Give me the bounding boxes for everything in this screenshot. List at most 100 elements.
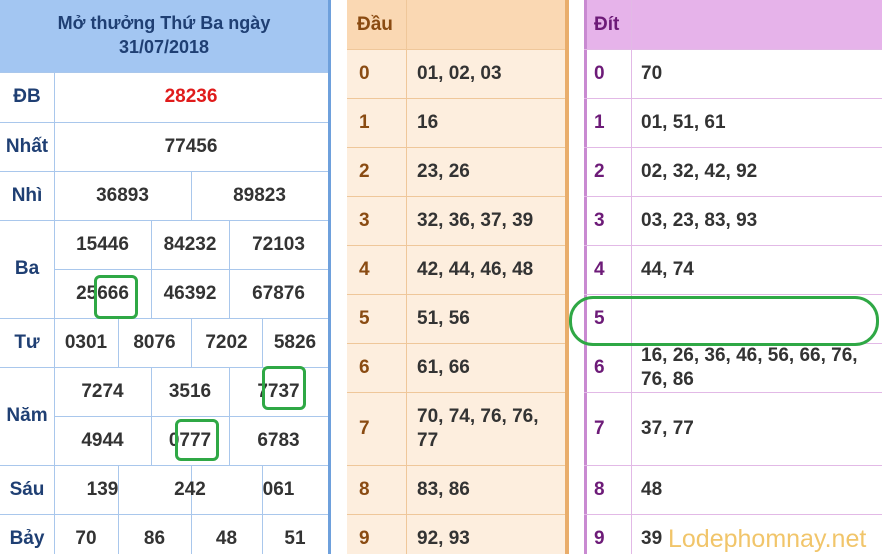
- dit-values: 44, 74: [641, 259, 694, 280]
- label-seventh: Bảy: [9, 527, 45, 549]
- highlight-oval: [569, 296, 879, 346]
- fifth-prize-value: 3516: [168, 380, 212, 402]
- third-prize-value: 72103: [252, 233, 305, 255]
- dit-key: 2: [594, 161, 605, 182]
- dit-header: Đít: [594, 13, 620, 35]
- dau-values: 42, 44, 46, 48: [417, 259, 534, 280]
- seventh-prize-value: 70: [75, 527, 97, 549]
- dit-row: 4 44, 74: [584, 245, 882, 294]
- dit-key: 3: [594, 210, 605, 231]
- special-prize-value: 28236: [164, 86, 218, 107]
- dau-key: 9: [359, 528, 370, 549]
- watermark: Lodephomnay.net: [668, 525, 867, 553]
- dau-key: 8: [359, 479, 370, 500]
- dau-key: 3: [359, 210, 370, 231]
- label-sixth: Sáu: [9, 478, 45, 500]
- dau-row: 3 32, 36, 37, 39: [347, 196, 565, 245]
- sixth-prize-value: 061: [262, 478, 295, 500]
- label-first: Nhất: [5, 135, 49, 157]
- label-third: Ba: [14, 258, 40, 279]
- dit-key: 4: [594, 259, 605, 280]
- dit-key: 7: [594, 418, 605, 439]
- second-prize-value: 36893: [96, 184, 149, 206]
- label-fifth: Năm: [6, 405, 48, 426]
- dit-row: 0 70: [584, 49, 882, 98]
- dau-table: Đầu 0 01, 02, 03 1 16 2 23, 26 3 32, 36, 37, 39…: [347, 0, 569, 554]
- dau-key: 7: [359, 418, 370, 439]
- dau-values: 92, 93: [417, 528, 470, 549]
- fourth-prize-value: 7202: [205, 331, 248, 353]
- fourth-prize-value: 0301: [64, 331, 108, 353]
- dit-row: 2 02, 32, 42, 92: [584, 147, 882, 196]
- dit-key: 8: [594, 479, 605, 500]
- dau-values: 51, 56: [417, 308, 470, 329]
- dit-key: 9: [594, 528, 605, 549]
- dau-row: 1 16: [347, 98, 565, 147]
- fifth-prize-value: 4944: [81, 429, 124, 451]
- dit-values: 39: [641, 528, 663, 549]
- dit-values: 02, 32, 42, 92: [641, 161, 758, 182]
- third-prize-value: 67876: [252, 282, 305, 304]
- sixth-prize-value: 139: [86, 478, 119, 500]
- dau-row: 5 51, 56: [347, 294, 565, 343]
- dau-values: 32, 36, 37, 39: [417, 210, 534, 231]
- highlight-mark: [94, 275, 138, 319]
- dau-header: Đầu: [357, 13, 393, 35]
- dit-row: 7 37, 77: [584, 392, 882, 465]
- dau-row: 6 61, 66: [347, 343, 565, 392]
- dit-values: 37, 77: [641, 418, 694, 439]
- sixth-prize-value: 242: [174, 478, 206, 500]
- dau-row: 4 42, 44, 46, 48: [347, 245, 565, 294]
- dau-values: 23, 26: [417, 161, 470, 182]
- results-table: Mở thưởng Thứ Ba ngày 31/07/2018 ĐB 2823…: [0, 0, 332, 554]
- dit-key: 0: [594, 63, 605, 84]
- title-line-1: Mở thưởng Thứ Ba ngày: [57, 13, 271, 33]
- label-special: ĐB: [13, 86, 41, 107]
- seventh-prize-value: 48: [215, 527, 238, 549]
- dau-key: 4: [359, 259, 370, 280]
- dau-row: 8 83, 86: [347, 465, 565, 514]
- label-second: Nhì: [11, 184, 43, 206]
- dit-key: 6: [594, 357, 605, 378]
- dit-values: 16, 26, 36, 46, 56, 66, 76, 76, 86: [641, 345, 858, 390]
- dit-values: 48: [641, 479, 663, 500]
- third-prize-value: 46392: [163, 282, 217, 304]
- dau-values: 70, 74, 76, 76, 77: [417, 406, 539, 451]
- first-prize-value: 77456: [164, 135, 218, 157]
- dit-table: Đít 0 70 1 01, 51, 61 2 02, 32, 42, 92 3 03, 23…: [584, 0, 882, 554]
- dau-key: 5: [359, 308, 370, 329]
- highlight-mark: [262, 366, 306, 410]
- dau-key: 6: [359, 357, 370, 378]
- dau-key: 0: [359, 63, 370, 84]
- third-prize-value: 84232: [163, 233, 217, 255]
- dau-row: 2 23, 26: [347, 147, 565, 196]
- seventh-prize-value: 86: [143, 527, 166, 549]
- dit-values: 70: [641, 63, 663, 84]
- dau-values: 61, 66: [417, 357, 470, 378]
- title-line-2: 31/07/2018: [118, 37, 210, 57]
- dit-row: 8 48: [584, 465, 882, 514]
- dau-row: 7 70, 74, 76, 76, 77: [347, 392, 565, 465]
- dit-values: 03, 23, 83, 93: [641, 210, 758, 231]
- dau-values: 83, 86: [417, 479, 470, 500]
- label-fourth: Tư: [14, 331, 40, 353]
- fifth-prize-value: 7274: [81, 380, 124, 402]
- seventh-prize-value: 51: [284, 527, 306, 549]
- dau-values: 16: [417, 112, 439, 133]
- third-prize-value: 15446: [76, 233, 129, 255]
- dit-key: 1: [594, 112, 605, 133]
- fifth-prize-value: 6783: [257, 429, 300, 451]
- dau-key: 2: [359, 161, 370, 182]
- dau-key: 1: [359, 112, 370, 133]
- dau-row: 9 92, 93: [347, 514, 565, 554]
- dit-row: 1 01, 51, 61: [584, 98, 882, 147]
- fourth-prize-value: 8076: [133, 331, 176, 353]
- fourth-prize-value: 5826: [273, 331, 317, 353]
- dau-row: 0 01, 02, 03: [347, 49, 565, 98]
- dit-row: 3 03, 23, 83, 93: [584, 196, 882, 245]
- results-title: Mở thưởng Thứ Ba ngày 31/07/2018: [0, 0, 331, 72]
- second-prize-value: 89823: [233, 184, 286, 206]
- highlight-mark: [175, 419, 219, 461]
- dit-values: 01, 51, 61: [641, 112, 726, 133]
- dau-values: 01, 02, 03: [417, 63, 502, 84]
